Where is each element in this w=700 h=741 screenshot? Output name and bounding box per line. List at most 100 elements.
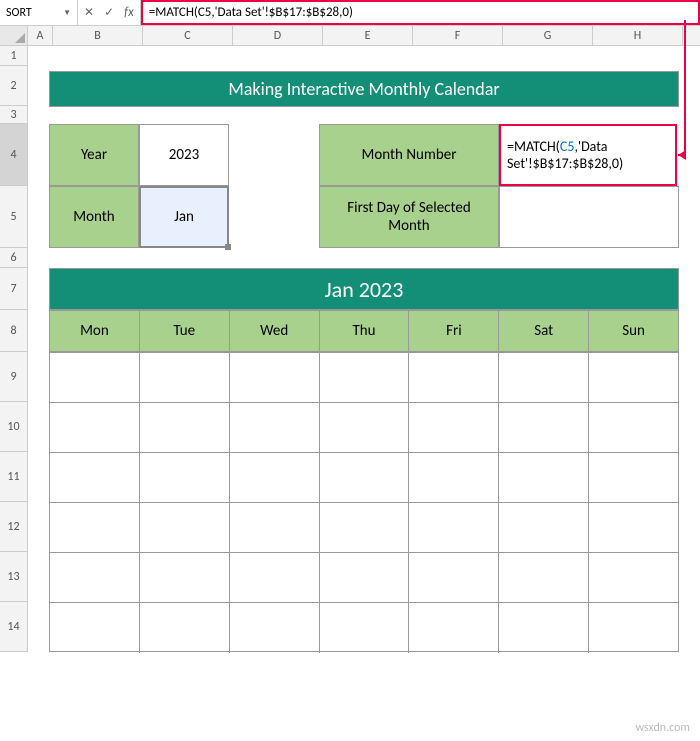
calendar-cell[interactable] bbox=[230, 353, 320, 402]
row-header-14[interactable]: 14 bbox=[0, 602, 28, 652]
row-header-3[interactable]: 3 bbox=[0, 106, 28, 124]
calendar-cell[interactable] bbox=[589, 503, 678, 552]
calendar-cell[interactable] bbox=[409, 353, 499, 402]
calendar-cell[interactable] bbox=[499, 553, 589, 602]
calendar-row bbox=[50, 403, 678, 453]
formula-bar: SORT ▼ ✕ ✓ fx =MATCH(C5,'Data Set'!$B$17… bbox=[0, 0, 700, 26]
calendar-cell[interactable] bbox=[230, 403, 320, 452]
calendar-cell[interactable] bbox=[320, 553, 410, 602]
col-header-H[interactable]: H bbox=[593, 26, 683, 45]
formula-text: =MATCH(C5,'Data Set'!$B$17:$B$28,0) bbox=[149, 5, 353, 20]
formula-editing-text: =MATCH(C5,'Data Set'!$B$17:$B$28,0) bbox=[507, 138, 669, 172]
calendar-cell[interactable] bbox=[320, 403, 410, 452]
calendar-cell[interactable] bbox=[499, 403, 589, 452]
calendar-cell[interactable] bbox=[50, 553, 140, 602]
cal-header-sat: Sat bbox=[499, 311, 589, 351]
calendar-cell[interactable] bbox=[320, 603, 410, 653]
row-header-1[interactable]: 1 bbox=[0, 46, 28, 66]
calendar-row bbox=[50, 453, 678, 503]
col-header-D[interactable]: D bbox=[233, 26, 323, 45]
calendar-cell[interactable] bbox=[589, 603, 678, 653]
calendar-cell[interactable] bbox=[140, 403, 230, 452]
calendar-cell[interactable] bbox=[409, 553, 499, 602]
calendar-cell[interactable] bbox=[140, 553, 230, 602]
formula-editing-cell[interactable]: =MATCH(C5,'Data Set'!$B$17:$B$28,0) bbox=[499, 124, 677, 186]
calendar-cell[interactable] bbox=[140, 503, 230, 552]
calendar-row bbox=[50, 553, 678, 603]
row-header-8[interactable]: 8 bbox=[0, 310, 28, 352]
calendar-cell[interactable] bbox=[140, 453, 230, 502]
calendar-row bbox=[50, 603, 678, 653]
first-day-value[interactable] bbox=[499, 186, 679, 248]
name-box[interactable]: SORT ▼ bbox=[0, 0, 78, 25]
calendar-cell[interactable] bbox=[589, 553, 678, 602]
calendar-cell[interactable] bbox=[140, 353, 230, 402]
calendar-cell[interactable] bbox=[50, 403, 140, 452]
col-header-E[interactable]: E bbox=[323, 26, 413, 45]
row-header-6[interactable]: 6 bbox=[0, 248, 28, 268]
calendar-row bbox=[50, 353, 678, 403]
first-day-label: First Day of Selected Month bbox=[319, 186, 499, 248]
cal-header-sun: Sun bbox=[589, 311, 678, 351]
month-value-text: Jan bbox=[141, 188, 227, 246]
name-box-value: SORT bbox=[6, 6, 32, 20]
calendar-cell[interactable] bbox=[499, 503, 589, 552]
row-header-10[interactable]: 10 bbox=[0, 402, 28, 452]
calendar-cell[interactable] bbox=[50, 453, 140, 502]
calendar-cell[interactable] bbox=[50, 503, 140, 552]
calendar-cell[interactable] bbox=[409, 403, 499, 452]
row-header-11[interactable]: 11 bbox=[0, 452, 28, 502]
row-header-2[interactable]: 2 bbox=[0, 66, 28, 106]
row-header-12[interactable]: 12 bbox=[0, 502, 28, 552]
month-number-label: Month Number bbox=[319, 124, 499, 186]
calendar-row bbox=[50, 503, 678, 553]
calendar-day-headers: Mon Tue Wed Thu Fri Sat Sun bbox=[49, 310, 679, 352]
calendar-cell[interactable] bbox=[409, 453, 499, 502]
calendar-cell[interactable] bbox=[320, 353, 410, 402]
calendar-cell[interactable] bbox=[140, 603, 230, 653]
cancel-icon[interactable]: ✕ bbox=[84, 5, 94, 20]
col-header-B[interactable]: B bbox=[53, 26, 143, 45]
name-box-dropdown-icon[interactable]: ▼ bbox=[63, 8, 71, 18]
row-header-13[interactable]: 13 bbox=[0, 552, 28, 602]
calendar-cell[interactable] bbox=[499, 603, 589, 653]
col-header-A[interactable]: A bbox=[28, 26, 53, 45]
calendar-cell[interactable] bbox=[230, 453, 320, 502]
row-header-4[interactable]: 4 bbox=[0, 124, 28, 186]
cal-header-tue: Tue bbox=[140, 311, 230, 351]
cal-header-thu: Thu bbox=[320, 311, 410, 351]
calendar-cell[interactable] bbox=[50, 603, 140, 653]
sheet-grid[interactable]: Making Interactive Monthly Calendar Year… bbox=[28, 46, 700, 652]
year-label: Year bbox=[49, 124, 139, 186]
calendar-cell[interactable] bbox=[589, 453, 678, 502]
select-all-button[interactable] bbox=[0, 26, 28, 45]
col-header-F[interactable]: F bbox=[413, 26, 503, 45]
row-header-9[interactable]: 9 bbox=[0, 352, 28, 402]
calendar-cell[interactable] bbox=[230, 603, 320, 653]
row-header-5[interactable]: 5 bbox=[0, 186, 28, 248]
calendar-cell[interactable] bbox=[409, 503, 499, 552]
col-header-G[interactable]: G bbox=[503, 26, 593, 45]
col-header-C[interactable]: C bbox=[143, 26, 233, 45]
month-label: Month bbox=[49, 186, 139, 248]
cal-header-fri: Fri bbox=[409, 311, 499, 351]
calendar-cell[interactable] bbox=[50, 353, 140, 402]
calendar-cell[interactable] bbox=[499, 453, 589, 502]
calendar-cell[interactable] bbox=[230, 503, 320, 552]
calendar-cell[interactable] bbox=[230, 553, 320, 602]
formula-input[interactable]: =MATCH(C5,'Data Set'!$B$17:$B$28,0) bbox=[141, 0, 700, 25]
year-value[interactable]: 2023 bbox=[139, 124, 229, 186]
formula-bar-buttons: ✕ ✓ fx bbox=[78, 0, 141, 25]
calendar-cell[interactable] bbox=[409, 603, 499, 653]
fx-icon[interactable]: fx bbox=[124, 5, 134, 20]
calendar-cell[interactable] bbox=[320, 453, 410, 502]
column-headers: A B C D E F G H bbox=[0, 26, 700, 46]
calendar-cell[interactable] bbox=[499, 353, 589, 402]
month-value-selected[interactable]: Jan bbox=[139, 186, 229, 248]
calendar-cell[interactable] bbox=[589, 353, 678, 402]
calendar-cell[interactable] bbox=[320, 503, 410, 552]
calendar-cell[interactable] bbox=[589, 403, 678, 452]
row-header-7[interactable]: 7 bbox=[0, 268, 28, 310]
calendar-grid bbox=[49, 352, 679, 652]
enter-icon[interactable]: ✓ bbox=[104, 5, 114, 20]
